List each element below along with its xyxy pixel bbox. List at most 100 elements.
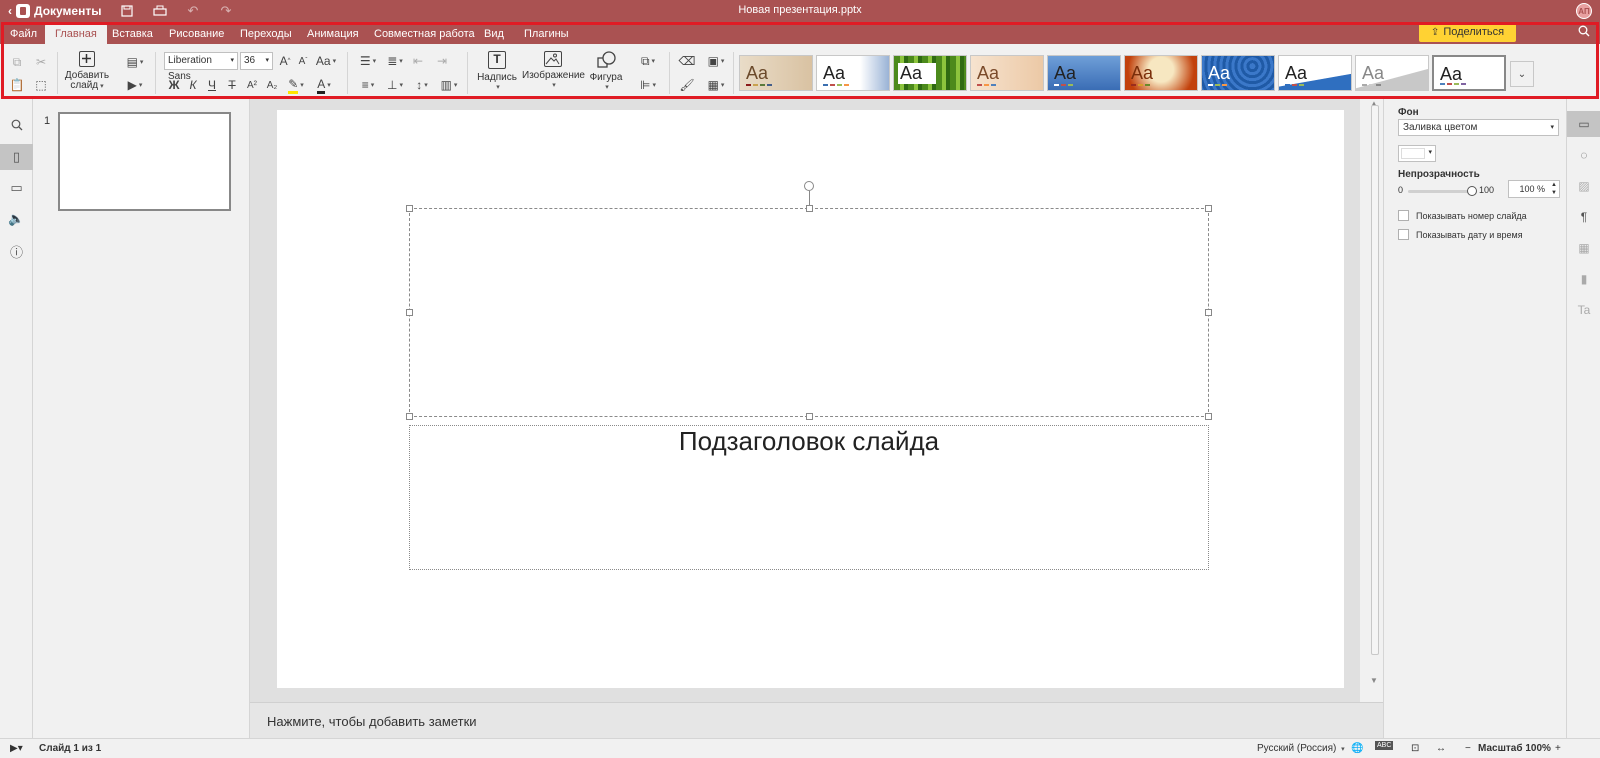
- resize-handle[interactable]: [406, 205, 413, 212]
- strikethrough-button[interactable]: Т: [222, 75, 242, 95]
- image-button[interactable]: Изображение ▾: [522, 51, 585, 91]
- chart-settings-icon[interactable]: ▮: [1567, 266, 1600, 292]
- fit-width-icon[interactable]: ↔: [1436, 743, 1446, 754]
- zoom-out-icon[interactable]: −: [1465, 743, 1471, 754]
- eraser-icon[interactable]: ⌫: [677, 51, 697, 71]
- vertical-scrollbar[interactable]: ▲ ▼: [1367, 99, 1383, 689]
- info-icon[interactable]: ⓘ: [0, 238, 33, 264]
- spellcheck-icon[interactable]: ABC: [1375, 741, 1394, 750]
- search-icon[interactable]: [0, 112, 33, 138]
- opacity-input[interactable]: 100 % ▲ ▼: [1508, 180, 1560, 198]
- zoom-in-icon[interactable]: +: [1555, 743, 1561, 754]
- scroll-down-icon[interactable]: ▼: [1370, 676, 1378, 685]
- comments-icon[interactable]: ▭: [0, 175, 33, 201]
- tab-plugins[interactable]: Плагины: [514, 24, 579, 44]
- resize-handle[interactable]: [1205, 205, 1212, 212]
- align-objects-icon[interactable]: ⊫ ▾: [635, 75, 661, 95]
- theme-5[interactable]: Aa: [1047, 55, 1121, 91]
- opacity-slider-knob[interactable]: [1467, 186, 1477, 196]
- add-slide-button[interactable]: Добавить слайд ▾: [64, 51, 110, 92]
- table-settings-icon[interactable]: ▦: [1567, 235, 1600, 261]
- share-button[interactable]: ⇪ Поделиться: [1419, 22, 1516, 42]
- subtitle-placeholder[interactable]: Подзаголовок слайда: [409, 425, 1209, 570]
- back-to-documents-button[interactable]: ‹ Документы: [8, 4, 101, 18]
- print-icon[interactable]: [152, 3, 168, 19]
- change-case-icon[interactable]: Aa ▾: [313, 51, 339, 71]
- undo-icon[interactable]: ↶: [185, 3, 201, 19]
- theme-9[interactable]: Aa: [1355, 55, 1429, 91]
- user-avatar[interactable]: АП: [1576, 3, 1592, 19]
- spinner-arrows-icon[interactable]: ▲ ▼: [1551, 181, 1557, 197]
- resize-handle[interactable]: [806, 413, 813, 420]
- language-select[interactable]: Русский (Россия) ▾: [1257, 743, 1345, 754]
- rotate-handle-icon[interactable]: [804, 181, 814, 191]
- bullets-icon[interactable]: ☰ ▾: [355, 51, 381, 71]
- theme-2[interactable]: Aa: [816, 55, 890, 91]
- format-painter-icon[interactable]: 🖌: [677, 75, 697, 95]
- speaker-icon[interactable]: 🔈: [0, 206, 33, 232]
- theme-7[interactable]: Aa: [1201, 55, 1275, 91]
- underline-button[interactable]: Ч: [202, 75, 222, 95]
- tab-home[interactable]: Главная: [45, 24, 107, 44]
- decrease-indent-icon[interactable]: ⇤: [408, 51, 428, 71]
- shape-button[interactable]: Фигура ▾: [586, 51, 626, 93]
- show-slide-number-checkbox[interactable]: [1398, 210, 1409, 221]
- paragraph-settings-icon[interactable]: ¶: [1567, 204, 1600, 230]
- redo-icon[interactable]: ↷: [218, 3, 234, 19]
- slide-thumbnail[interactable]: [58, 112, 231, 211]
- increase-font-icon[interactable]: A ^: [275, 51, 295, 71]
- opacity-slider[interactable]: [1408, 186, 1477, 196]
- globe-icon[interactable]: 🌐: [1351, 743, 1363, 754]
- slideshow-start-icon[interactable]: ▶▾: [10, 743, 23, 754]
- font-color-icon[interactable]: A ▾: [311, 75, 337, 95]
- themes-expand-icon[interactable]: ⌄: [1510, 61, 1534, 87]
- resize-handle[interactable]: [1205, 309, 1212, 316]
- tab-file[interactable]: Файл: [0, 24, 47, 44]
- vertical-align-icon[interactable]: ⊥ ▾: [382, 75, 408, 95]
- image-settings-icon[interactable]: ▨: [1567, 173, 1600, 199]
- tab-insert[interactable]: Вставка: [102, 24, 163, 44]
- fill-color-picker[interactable]: ▾: [1398, 145, 1436, 162]
- resize-handle[interactable]: [806, 205, 813, 212]
- resize-handle[interactable]: [1205, 413, 1212, 420]
- tab-view[interactable]: Вид: [474, 24, 514, 44]
- arrange-icon[interactable]: ⧉ ▾: [635, 51, 661, 71]
- layout-icon[interactable]: ▤ ▾: [123, 52, 147, 72]
- slideshow-icon[interactable]: ▶ ▾: [123, 75, 147, 95]
- font-name-select[interactable]: Liberation Sans ▾: [164, 52, 238, 82]
- search-icon[interactable]: [1578, 25, 1590, 40]
- subtitle-text[interactable]: Подзаголовок слайда: [410, 426, 1208, 457]
- tab-transitions[interactable]: Переходы: [230, 24, 302, 44]
- scroll-track[interactable]: [1371, 105, 1379, 655]
- fit-slide-icon[interactable]: ⊡: [1411, 743, 1419, 754]
- text-art-settings-icon[interactable]: Ta: [1567, 297, 1600, 323]
- fill-type-select[interactable]: Заливка цветом ▾: [1398, 119, 1559, 136]
- numbering-icon[interactable]: ≣ ▾: [382, 51, 408, 71]
- color-scheme-icon[interactable]: ▦ ▾: [703, 75, 729, 95]
- resize-handle[interactable]: [406, 413, 413, 420]
- theme-1[interactable]: Aa: [739, 55, 813, 91]
- subscript-icon[interactable]: A₂: [262, 75, 282, 95]
- shape-settings-icon[interactable]: ◌: [1567, 142, 1600, 168]
- theme-10-selected[interactable]: Aa: [1432, 55, 1506, 91]
- bold-button[interactable]: Ж: [164, 75, 184, 95]
- cut-icon[interactable]: ✂: [31, 52, 51, 72]
- tab-collaboration[interactable]: Совместная работа: [364, 24, 485, 44]
- save-icon[interactable]: [119, 3, 135, 19]
- slide-size-icon[interactable]: ▣ ▾: [703, 51, 729, 71]
- tab-draw[interactable]: Рисование: [159, 24, 234, 44]
- select-all-icon[interactable]: ⬚: [31, 75, 51, 95]
- decrease-font-icon[interactable]: Aˇ: [293, 51, 313, 71]
- superscript-icon[interactable]: A²: [242, 75, 262, 95]
- theme-8[interactable]: Aa: [1278, 55, 1352, 91]
- copy-icon[interactable]: ⧉: [7, 52, 27, 72]
- highlight-color-icon[interactable]: ✎ ▾: [283, 75, 309, 95]
- font-size-select[interactable]: 36 ▾: [240, 52, 273, 70]
- increase-indent-icon[interactable]: ⇥: [432, 51, 452, 71]
- slides-panel-icon[interactable]: ▯: [0, 144, 33, 170]
- textbox-button[interactable]: T Надпись ▾: [475, 51, 519, 93]
- show-date-time-checkbox[interactable]: [1398, 229, 1409, 240]
- resize-handle[interactable]: [406, 309, 413, 316]
- align-center-icon[interactable]: ≡ ▾: [355, 75, 381, 95]
- theme-4[interactable]: Aa: [970, 55, 1044, 91]
